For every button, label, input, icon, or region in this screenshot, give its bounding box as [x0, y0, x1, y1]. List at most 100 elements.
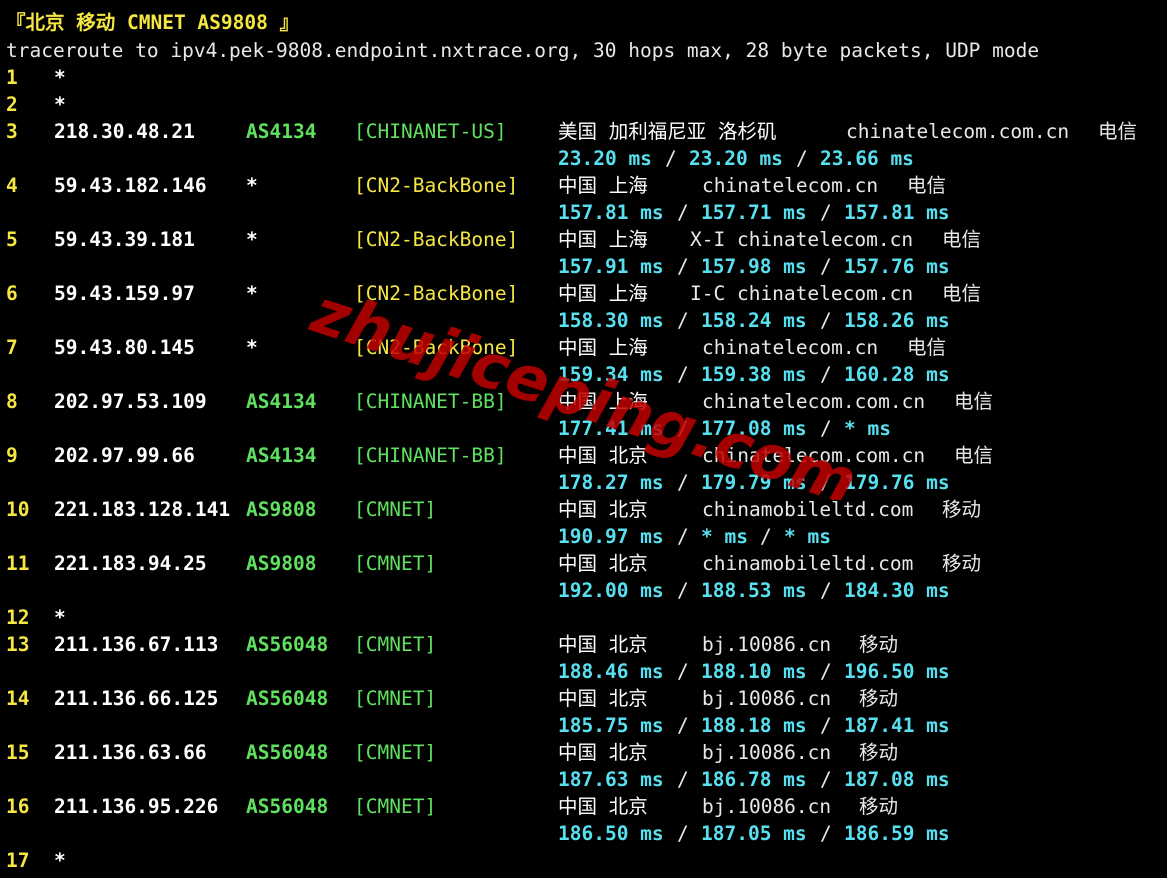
- hop-row: 5 59.43.39.181 * [CN2-BackBone] 中国 上海 X-I chi…: [0, 226, 1167, 253]
- hop-isp: 移动: [859, 795, 899, 818]
- hop-number: 7: [6, 336, 18, 359]
- hop-network-tag: [CHINANET-US]: [354, 120, 507, 143]
- rtt-separator: /: [677, 579, 689, 602]
- hop-asn: *: [246, 336, 258, 359]
- rtt-separator: /: [677, 660, 689, 683]
- hop-ip: 59.43.39.181: [54, 228, 195, 251]
- hop-network-tag: [CMNET]: [354, 795, 437, 818]
- hop-isp: 电信: [1098, 120, 1138, 143]
- hop-location: 中国 北京: [558, 687, 648, 710]
- hop-ip: 221.183.128.141: [54, 498, 231, 521]
- hop-number: 8: [6, 390, 18, 413]
- hop-hostname: X-I chinatelecom.cn: [690, 228, 914, 251]
- trace-title: 『北京 移动 CMNET AS9808 』: [6, 11, 300, 34]
- rtt-separator: /: [677, 714, 689, 737]
- hop-hostname: chinatelecom.com.cn: [702, 444, 926, 467]
- hop-asn: AS56048: [246, 687, 329, 710]
- hop-isp: 移动: [859, 633, 899, 656]
- hop-hostname: chinatelecom.cn: [702, 174, 879, 197]
- hop-network-tag: [CMNET]: [354, 633, 437, 656]
- hop-location: 中国 上海: [558, 336, 648, 359]
- hop-asn: AS4134: [246, 444, 317, 467]
- rtt-separator: /: [677, 525, 689, 548]
- rtt-value: 23.20 ms: [689, 147, 783, 170]
- rtt-value: 179.76 ms: [844, 471, 950, 494]
- hop-location: 中国 北京: [558, 633, 648, 656]
- rtt-value: 188.46 ms: [558, 660, 664, 683]
- rtt-value: 157.91 ms: [558, 255, 664, 278]
- rtt-value: * ms: [701, 525, 748, 548]
- hop-ip: 59.43.80.145: [54, 336, 195, 359]
- hop-location: 中国 北京: [558, 498, 648, 521]
- hop-row: 10 221.183.128.141 AS9808 [CMNET] 中国 北京 china…: [0, 496, 1167, 523]
- hop-row: 8 202.97.53.109 AS4134 [CHINANET-BB] 中国 上海 ch…: [0, 388, 1167, 415]
- hop-row: 3 218.30.48.21 AS4134 [CHINANET-US] 美国 加利福尼亚…: [0, 118, 1167, 145]
- hop-timeout: *: [54, 849, 66, 872]
- rtt-separator: /: [820, 255, 832, 278]
- rtt-value: 177.41 ms: [558, 417, 664, 440]
- hop-location: 中国 上海: [558, 282, 648, 305]
- hop-isp: 电信: [942, 282, 982, 305]
- hop-location: 中国 北京: [558, 795, 648, 818]
- hop-ip: 218.30.48.21: [54, 120, 195, 143]
- rtt-value: 23.66 ms: [820, 147, 914, 170]
- hop-number: 4: [6, 174, 18, 197]
- rtt-value: 23.20 ms: [558, 147, 652, 170]
- rtt-value: 157.81 ms: [844, 201, 950, 224]
- rtt-value: 157.81 ms: [558, 201, 664, 224]
- hop-hostname: bj.10086.cn: [702, 795, 832, 818]
- hop-asn: AS56048: [246, 795, 329, 818]
- hop-number: 13: [6, 633, 30, 656]
- rtt-value: 187.41 ms: [844, 714, 950, 737]
- hop-ip: 59.43.159.97: [54, 282, 195, 305]
- hop-hostname: chinatelecom.com.cn: [846, 120, 1070, 143]
- rtt-value: * ms: [844, 417, 891, 440]
- rtt-value: 157.98 ms: [701, 255, 807, 278]
- hop-number: 9: [6, 444, 18, 467]
- rtt-separator: /: [820, 201, 832, 224]
- rtt-value: 160.28 ms: [844, 363, 950, 386]
- rtt-value: 188.53 ms: [701, 579, 807, 602]
- hop-asn: AS4134: [246, 390, 317, 413]
- rtt-value: 157.76 ms: [844, 255, 950, 278]
- rtt-value: 158.26 ms: [844, 309, 950, 332]
- hop-row: 7 59.43.80.145 * [CN2-BackBone] 中国 上海 chinate…: [0, 334, 1167, 361]
- rtt-value: 187.08 ms: [844, 768, 950, 791]
- hop-location: 中国 上海: [558, 390, 648, 413]
- hop-number: 5: [6, 228, 18, 251]
- hop-timeout: *: [54, 93, 66, 116]
- rtt-separator: /: [820, 417, 832, 440]
- rtt-separator: /: [820, 660, 832, 683]
- hop-row: 14 211.136.66.125 AS56048 [CMNET] 中国 北京 bj.10…: [0, 685, 1167, 712]
- hop-number: 17: [6, 849, 30, 872]
- hop-row: 13 211.136.67.113 AS56048 [CMNET] 中国 北京 bj.10…: [0, 631, 1167, 658]
- hop-row: 9 202.97.99.66 AS4134 [CHINANET-BB] 中国 北京 chi…: [0, 442, 1167, 469]
- hop-number: 16: [6, 795, 30, 818]
- rtt-value: 196.50 ms: [844, 660, 950, 683]
- hop-number: 10: [6, 498, 30, 521]
- hop-number: 2: [6, 93, 18, 116]
- hop-asn: *: [246, 282, 258, 305]
- hop-number: 1: [6, 66, 18, 89]
- hop-hostname: chinamobileltd.com: [702, 552, 914, 575]
- hop-isp: 电信: [942, 228, 982, 251]
- rtt-separator: /: [760, 525, 772, 548]
- rtt-value: 186.59 ms: [844, 822, 950, 845]
- rtt-value: 190.97 ms: [558, 525, 664, 548]
- rtt-value: 185.75 ms: [558, 714, 664, 737]
- hop-network-tag: [CHINANET-BB]: [354, 444, 507, 467]
- rtt-value: 179.79 ms: [701, 471, 807, 494]
- hop-hostname: chinatelecom.cn: [702, 336, 879, 359]
- rtt-value: 192.00 ms: [558, 579, 664, 602]
- hop-location: 中国 北京: [558, 444, 648, 467]
- hop-ip: 211.136.95.226: [54, 795, 219, 818]
- hop-ip: 211.136.66.125: [54, 687, 219, 710]
- rtt-separator: /: [677, 201, 689, 224]
- hop-ip: 211.136.63.66: [54, 741, 207, 764]
- hop-hostname: I-C chinatelecom.cn: [690, 282, 914, 305]
- rtt-value: * ms: [784, 525, 831, 548]
- rtt-separator: /: [820, 768, 832, 791]
- rtt-value: 188.18 ms: [701, 714, 807, 737]
- hop-location: 中国 上海: [558, 174, 648, 197]
- rtt-value: 158.30 ms: [558, 309, 664, 332]
